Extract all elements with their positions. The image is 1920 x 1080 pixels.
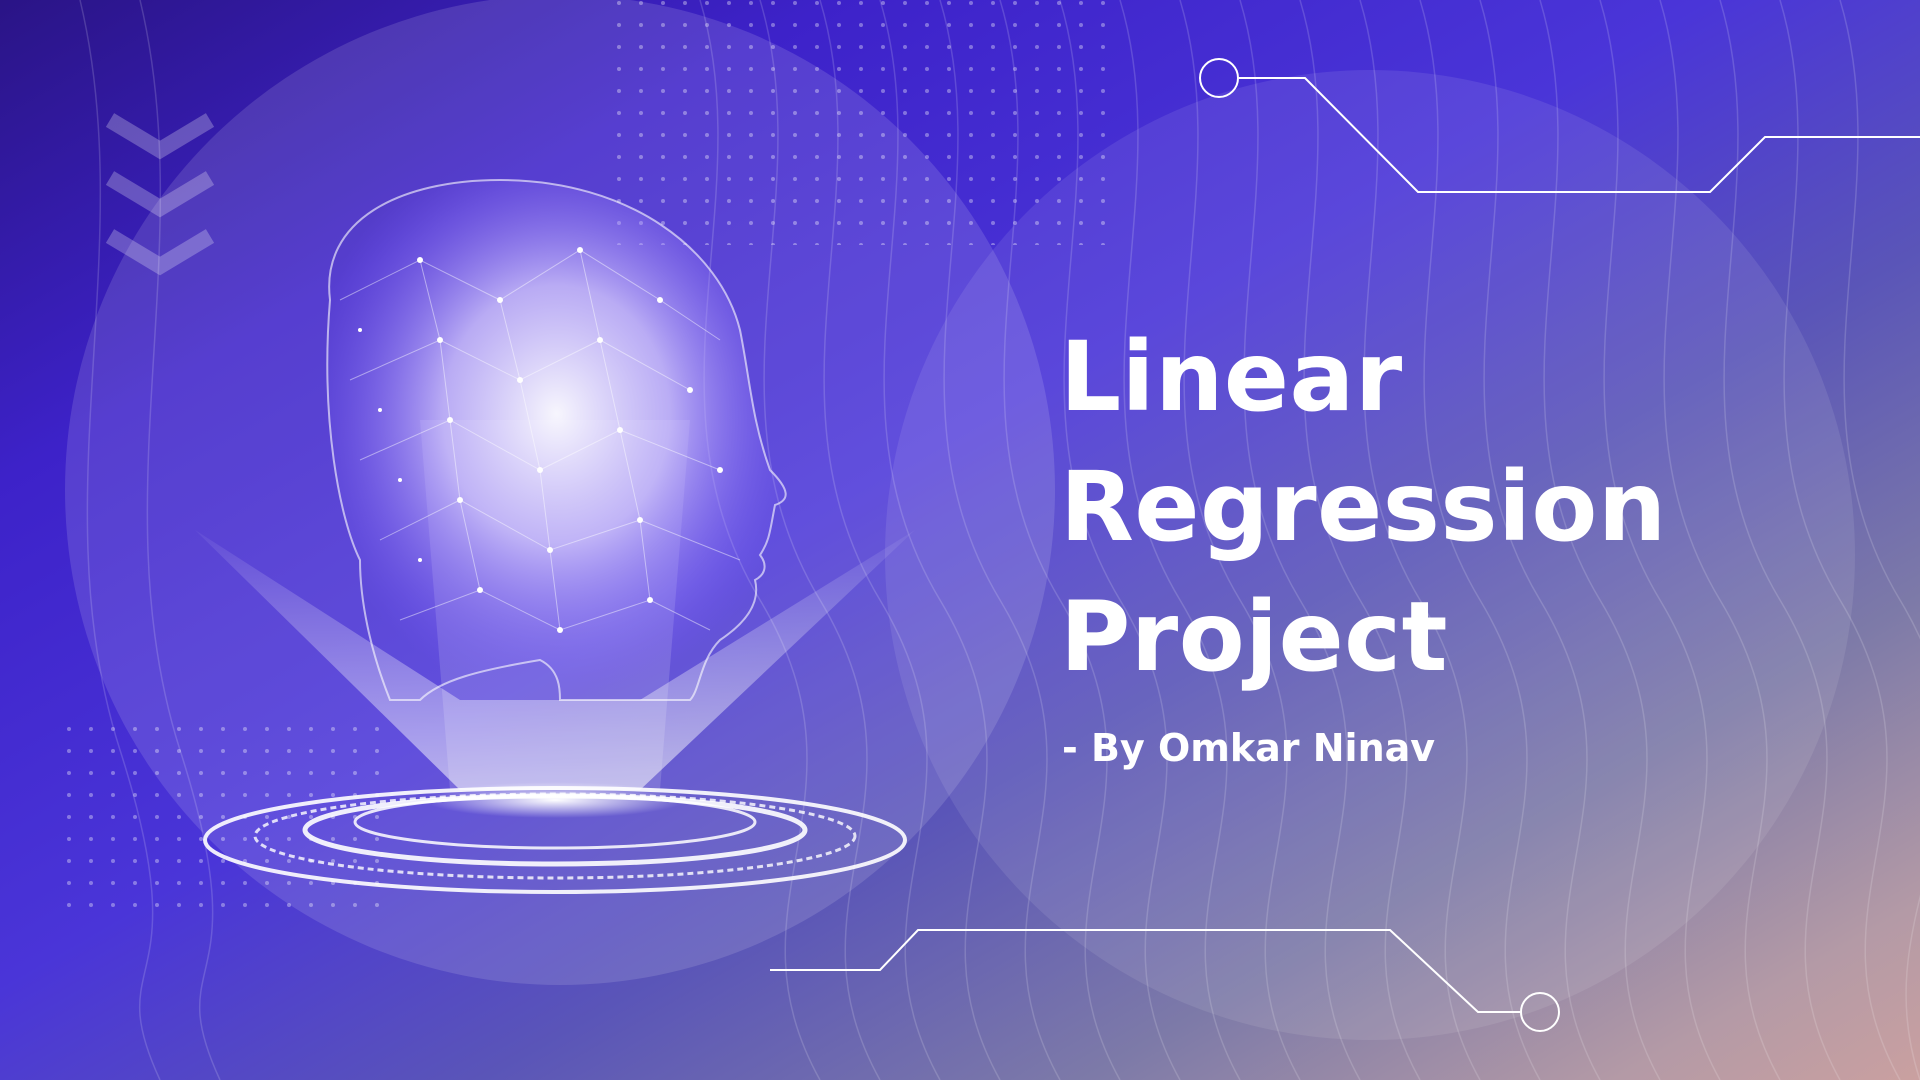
dot-grid-top	[605, 0, 1120, 245]
slide-title: Linear Regression Project	[1060, 312, 1667, 702]
title-line: Linear	[1060, 321, 1403, 433]
title-line: Regression	[1060, 451, 1667, 563]
title-line: Project	[1060, 581, 1448, 693]
author-subtitle: - By Omkar Ninav	[1062, 726, 1436, 770]
dot-grid-bottom-left	[50, 725, 380, 925]
circuit-node-icon	[1199, 58, 1239, 98]
